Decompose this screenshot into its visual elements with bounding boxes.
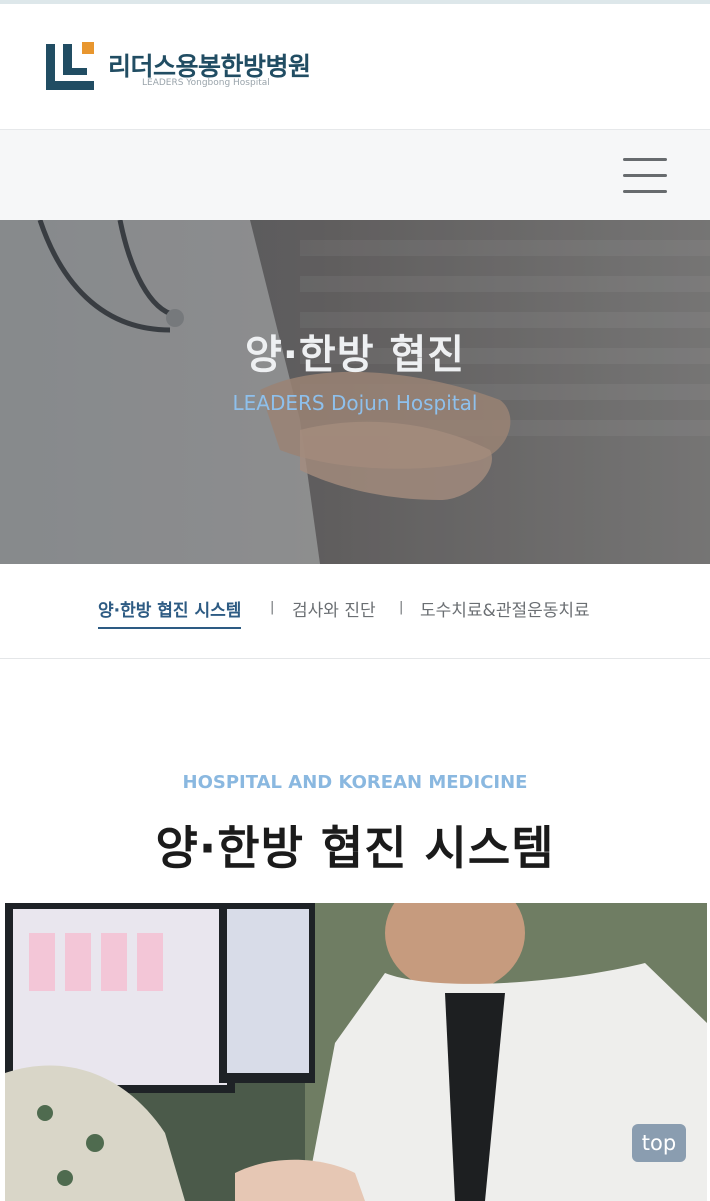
hero-banner: 양·한방 협진 LEADERS Dojun Hospital	[0, 220, 710, 564]
hero-subtitle: LEADERS Dojun Hospital	[232, 391, 478, 415]
tab-manual-therapy[interactable]: 도수치료&관절운동치료	[420, 596, 590, 621]
sub-navigation-tabs: 양·한방 협진 시스템 | 검사와 진단 | 도수치료&관절운동치료	[0, 564, 710, 659]
scroll-to-top-button[interactable]: top	[632, 1124, 686, 1162]
hamburger-menu-icon[interactable]	[620, 156, 670, 196]
tab-examination-diagnosis[interactable]: 검사와 진단	[292, 596, 376, 621]
logo-link[interactable]: 리더스용봉한방병원 LEADERS Yongbong Hospital	[46, 42, 346, 94]
hero-title: 양·한방 협진	[244, 332, 466, 378]
tab-separator: |	[270, 600, 275, 615]
section-eyebrow: HOSPITAL AND KOREAN MEDICINE	[182, 772, 528, 793]
doctor-consultation-photo	[5, 903, 707, 1201]
tab-separator: |	[399, 600, 404, 615]
leaders-logo-icon	[46, 42, 94, 90]
site-header: 리더스용봉한방병원 LEADERS Yongbong Hospital	[0, 4, 710, 130]
tab-collaborative-system[interactable]: 양·한방 협진 시스템	[98, 596, 242, 629]
menu-bar	[0, 130, 710, 220]
logo-subtitle: LEADERS Yongbong Hospital	[142, 78, 270, 88]
section-title: 양·한방 협진 시스템	[155, 821, 555, 875]
